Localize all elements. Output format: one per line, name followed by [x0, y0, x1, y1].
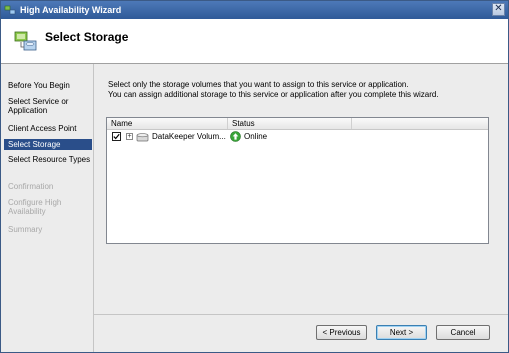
volume-status: Online [244, 132, 268, 141]
instructions-line-1: Select only the storage volumes that you… [108, 80, 409, 89]
step-configure-high-availability: Configure High Availability [8, 198, 62, 216]
storage-list[interactable]: Name Status + DataKeeper Volum... Online [106, 117, 489, 244]
list-header: Name Status [107, 118, 488, 130]
instructions-line-2: You can assign additional storage to thi… [108, 90, 439, 99]
step-select-service[interactable]: Select Service or Application [4, 97, 92, 115]
step-before-you-begin[interactable]: Before You Begin [4, 81, 92, 90]
title-bar[interactable]: High Availability Wizard ✕ [1, 1, 508, 19]
column-header-blank [352, 118, 488, 129]
step-select-storage[interactable]: Select Storage [4, 139, 92, 150]
storage-wizard-icon [14, 31, 37, 51]
table-row[interactable]: + DataKeeper Volum... Online [107, 131, 488, 143]
content-area: Before You Begin Select Service or Appli… [1, 64, 508, 352]
online-up-arrow-icon [230, 131, 241, 142]
button-bar: < Previous Next > Cancel [94, 314, 508, 353]
page-title: Select Storage [45, 30, 129, 44]
wizard-header: Select Storage [1, 19, 508, 64]
close-icon: ✕ [494, 3, 503, 14]
column-header-status[interactable]: Status [228, 118, 352, 129]
wizard-window: High Availability Wizard ✕ Select Storag… [0, 0, 509, 353]
expand-plus-icon[interactable]: + [126, 133, 133, 140]
disk-volume-icon [136, 133, 149, 142]
step-confirmation: Confirmation [8, 182, 54, 191]
volume-name: DataKeeper Volum... [152, 132, 226, 141]
cluster-app-icon [4, 5, 16, 15]
next-button[interactable]: Next > [376, 325, 427, 340]
previous-button[interactable]: < Previous [316, 325, 367, 340]
wizard-steps-sidebar: Before You Begin Select Service or Appli… [1, 64, 94, 352]
column-header-name[interactable]: Name [107, 118, 228, 129]
volume-checkbox[interactable] [112, 132, 121, 141]
instructions: Select only the storage volumes that you… [108, 80, 498, 100]
step-client-access-point[interactable]: Client Access Point [4, 124, 92, 133]
main-panel: Select only the storage volumes that you… [94, 64, 508, 352]
step-select-resource-types[interactable]: Select Resource Types [4, 155, 92, 164]
window-title: High Availability Wizard [20, 5, 122, 15]
close-button[interactable]: ✕ [492, 3, 505, 16]
step-summary: Summary [8, 225, 43, 234]
cancel-button[interactable]: Cancel [436, 325, 490, 340]
checkmark-icon [113, 133, 120, 140]
